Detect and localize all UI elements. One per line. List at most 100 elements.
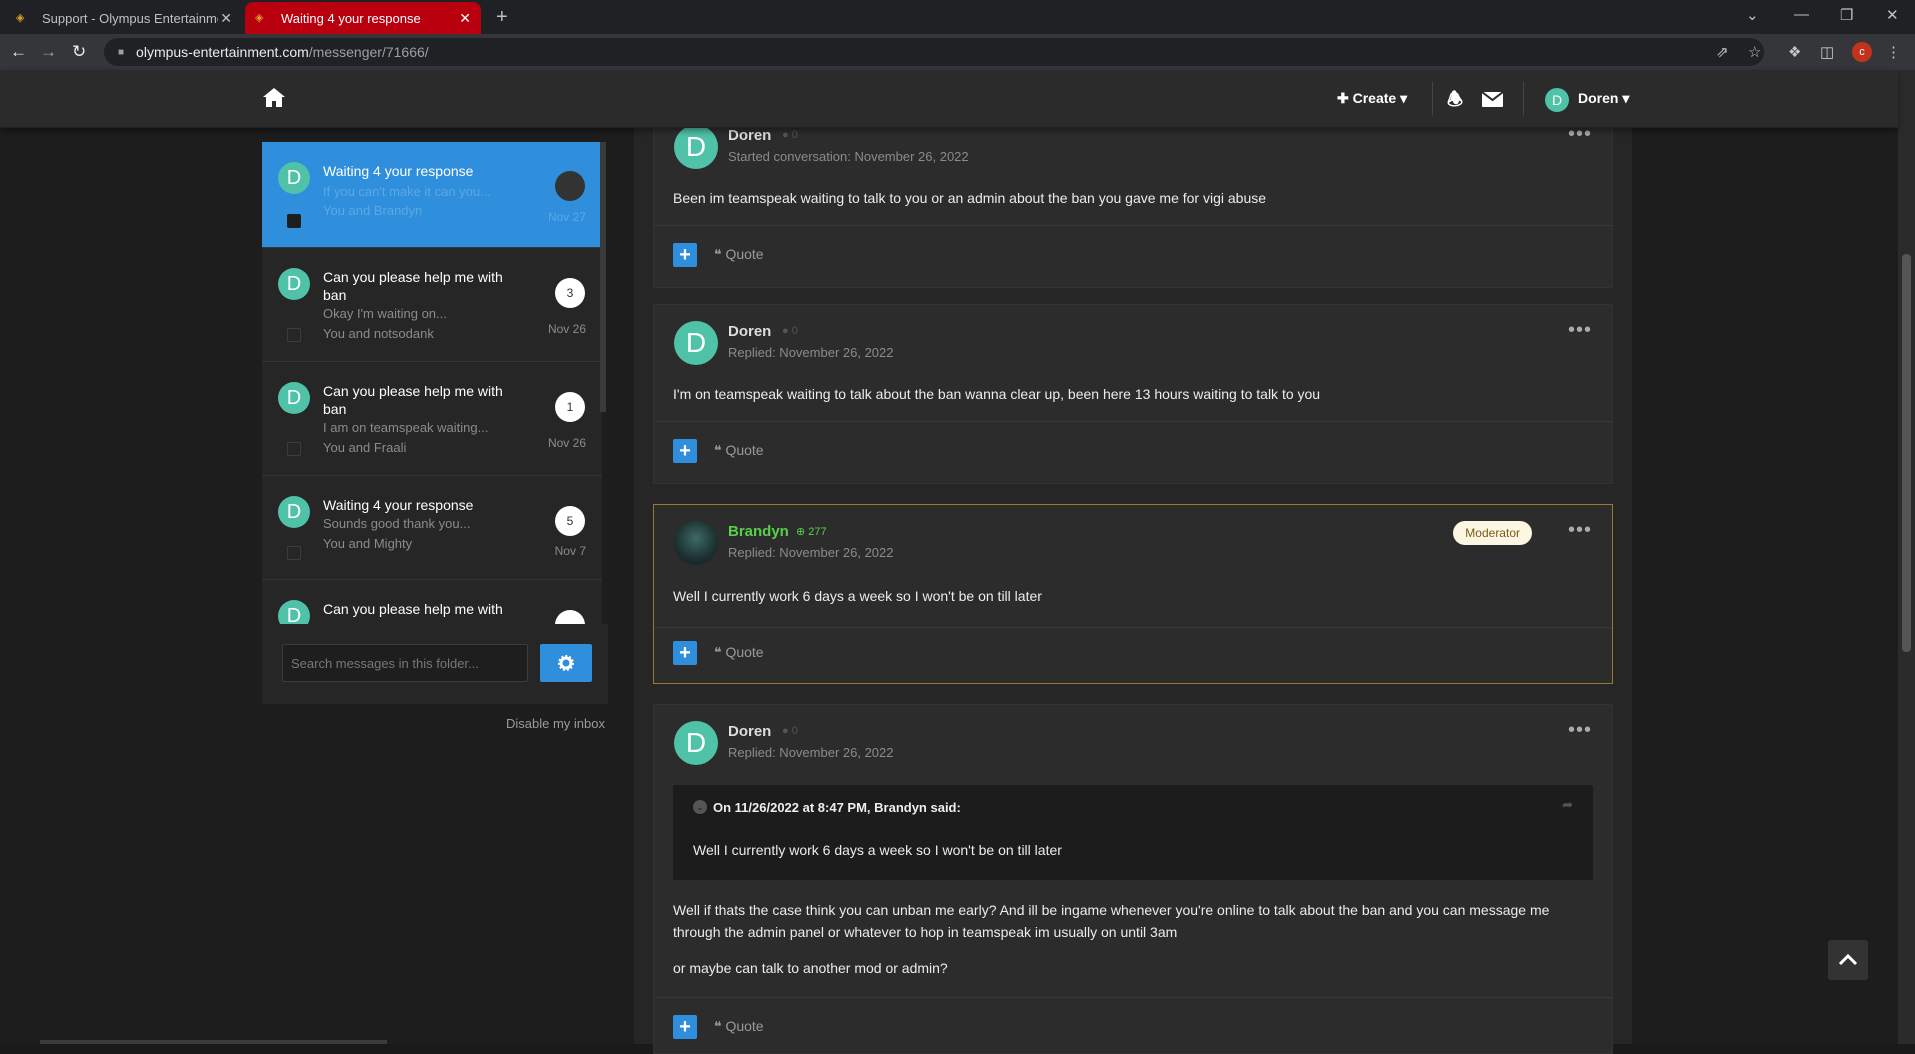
- conversation-item[interactable]: D Can you please help me with ban Okay I…: [262, 248, 602, 362]
- browser-tab-support[interactable]: ◈ Support - Olympus Entertainment ✕: [6, 2, 242, 34]
- quote-citation: On 11/26/2022 at 8:47 PM, Brandyn said:: [713, 800, 961, 815]
- author-name[interactable]: Doren: [728, 323, 771, 340]
- author-name[interactable]: Doren: [728, 723, 771, 740]
- forward-icon[interactable]: →: [40, 42, 57, 62]
- message-post: D Doren ● 0 Started conversation: Novemb…: [653, 108, 1613, 288]
- select-checkbox[interactable]: [287, 546, 301, 560]
- create-label: Create: [1352, 90, 1397, 106]
- search-input[interactable]: [282, 644, 528, 682]
- divider: [654, 997, 1612, 998]
- quote-button[interactable]: ❝ Quote: [714, 644, 764, 661]
- share-icon[interactable]: ⇗: [1716, 43, 1729, 61]
- conversation-date: Nov 26: [547, 322, 586, 336]
- reputation-value: 277: [808, 526, 827, 538]
- conversation-item[interactable]: D Can you please help me with: [262, 580, 602, 624]
- conversation-item[interactable]: D Can you please help me with ban I am o…: [262, 362, 602, 476]
- reputation-value: 0: [791, 725, 798, 737]
- quote-label: Quote: [725, 644, 764, 660]
- new-tab-plus-icon[interactable]: +: [496, 6, 508, 29]
- divider: [1523, 82, 1524, 116]
- site-header: ✚ Create ▾ 🕭 D Doren ▾: [0, 70, 1898, 128]
- user-menu[interactable]: Doren ▾: [1578, 90, 1629, 107]
- reputation: ● 0: [782, 129, 798, 141]
- quote-button[interactable]: ❝ Quote: [714, 1018, 764, 1035]
- reload-icon[interactable]: ↻: [72, 42, 86, 62]
- back-to-top-button[interactable]: [1828, 940, 1868, 980]
- author-name[interactable]: Brandyn: [728, 523, 789, 540]
- conversation-title: Can you please help me with ban: [323, 269, 503, 303]
- reputation: ● 0: [782, 725, 798, 737]
- conversation-title: Can you please help me with: [323, 601, 503, 617]
- more-options-icon[interactable]: •••: [1568, 319, 1592, 342]
- share-icon[interactable]: ➦: [1562, 797, 1573, 813]
- create-menu[interactable]: ✚ Create ▾: [1337, 90, 1407, 107]
- restore-icon[interactable]: ❐: [1840, 6, 1853, 24]
- author-avatar[interactable]: D: [674, 321, 718, 365]
- scrollbar-thumb[interactable]: [1902, 254, 1911, 652]
- close-icon[interactable]: ✕: [459, 10, 471, 27]
- tab-search-chevron-icon[interactable]: ⌄: [1746, 6, 1759, 24]
- conversation-excerpt: If you can't make it can you...: [323, 184, 491, 199]
- extensions-puzzle-icon[interactable]: ❖: [1788, 43, 1801, 61]
- kebab-menu-icon[interactable]: ⋮: [1886, 43, 1901, 61]
- lock-icon: ■: [118, 46, 125, 58]
- author-avatar-photo[interactable]: [674, 521, 718, 565]
- quote-button[interactable]: ❝ Quote: [714, 246, 764, 263]
- select-checkbox[interactable]: [287, 328, 301, 342]
- multiquote-button[interactable]: +: [673, 243, 697, 267]
- quote-label: Quote: [725, 442, 764, 458]
- select-checkbox[interactable]: [287, 214, 301, 228]
- more-options-icon[interactable]: •••: [1568, 519, 1592, 542]
- page-scrollbar[interactable]: [1898, 70, 1915, 1044]
- divider: [654, 225, 1612, 226]
- author-avatar[interactable]: D: [674, 721, 718, 765]
- user-avatar[interactable]: D: [1545, 88, 1569, 112]
- window-close-icon[interactable]: ✕: [1886, 6, 1899, 24]
- avatar: D: [278, 600, 310, 624]
- author-avatar[interactable]: D: [674, 125, 718, 169]
- multiquote-button[interactable]: +: [673, 439, 697, 463]
- quote-label: Quote: [725, 1018, 764, 1034]
- reputation: ⊕ 277: [796, 525, 827, 538]
- bell-icon[interactable]: 🕭: [1447, 87, 1463, 117]
- disable-inbox-link[interactable]: Disable my inbox: [506, 716, 605, 731]
- quote-button[interactable]: ❝ Quote: [714, 442, 764, 459]
- post-meta: Replied: November 26, 2022: [728, 345, 894, 360]
- username: Doren: [1578, 90, 1619, 106]
- message-body: Well if thats the case think you can unb…: [673, 902, 1550, 940]
- horizontal-scrollbar[interactable]: [40, 1040, 387, 1044]
- browser-tab-strip: ◈ Support - Olympus Entertainment ✕ ◈ Wa…: [0, 0, 1915, 34]
- back-icon[interactable]: ←: [10, 42, 27, 62]
- collapse-toggle-icon[interactable]: ⌄: [693, 800, 707, 814]
- conversation-excerpt: I am on teamspeak waiting...: [323, 420, 489, 435]
- reputation-dot-icon: ●: [782, 129, 789, 141]
- conversation-item[interactable]: D Waiting 4 your response If you can't m…: [262, 142, 602, 248]
- caret-down-icon: ▾: [1400, 90, 1408, 106]
- avatar: D: [278, 162, 310, 194]
- conversation-item[interactable]: D Waiting 4 your response Sounds good th…: [262, 476, 602, 580]
- more-options-icon[interactable]: •••: [1568, 719, 1592, 742]
- multiquote-button[interactable]: +: [673, 1015, 697, 1039]
- url-bar[interactable]: ■ olympus-entertainment.com/messenger/71…: [104, 38, 1764, 66]
- browser-tab-messenger[interactable]: ◈ Waiting 4 your response ✕: [245, 2, 481, 34]
- minimize-icon[interactable]: —: [1794, 6, 1809, 23]
- search-settings-button[interactable]: [540, 644, 592, 682]
- side-panel-icon[interactable]: ◫: [1820, 43, 1834, 61]
- profile-avatar[interactable]: c: [1852, 42, 1872, 62]
- message-post: D Doren ● 0 Replied: November 26, 2022 •…: [653, 304, 1613, 484]
- close-icon[interactable]: ✕: [220, 10, 232, 27]
- bookmark-star-icon[interactable]: ☆: [1748, 43, 1761, 61]
- envelope-icon[interactable]: [1482, 92, 1503, 107]
- multiquote-button[interactable]: +: [673, 641, 697, 665]
- tab-title: Waiting 4 your response: [281, 10, 421, 26]
- reply-count-badge: 3: [555, 278, 585, 308]
- url-host: olympus-entertainment.com: [136, 44, 309, 60]
- post-meta: Replied: November 26, 2022: [728, 545, 894, 560]
- browser-toolbar: ← → ↻ ■ olympus-entertainment.com/messen…: [0, 34, 1915, 70]
- author-name[interactable]: Doren: [728, 127, 771, 144]
- list-scrollbar[interactable]: [600, 142, 606, 412]
- home-icon[interactable]: [262, 86, 286, 108]
- olympus-favicon-icon: ◈: [255, 12, 264, 24]
- select-checkbox[interactable]: [287, 442, 301, 456]
- reputation-dot-icon: ●: [782, 725, 789, 737]
